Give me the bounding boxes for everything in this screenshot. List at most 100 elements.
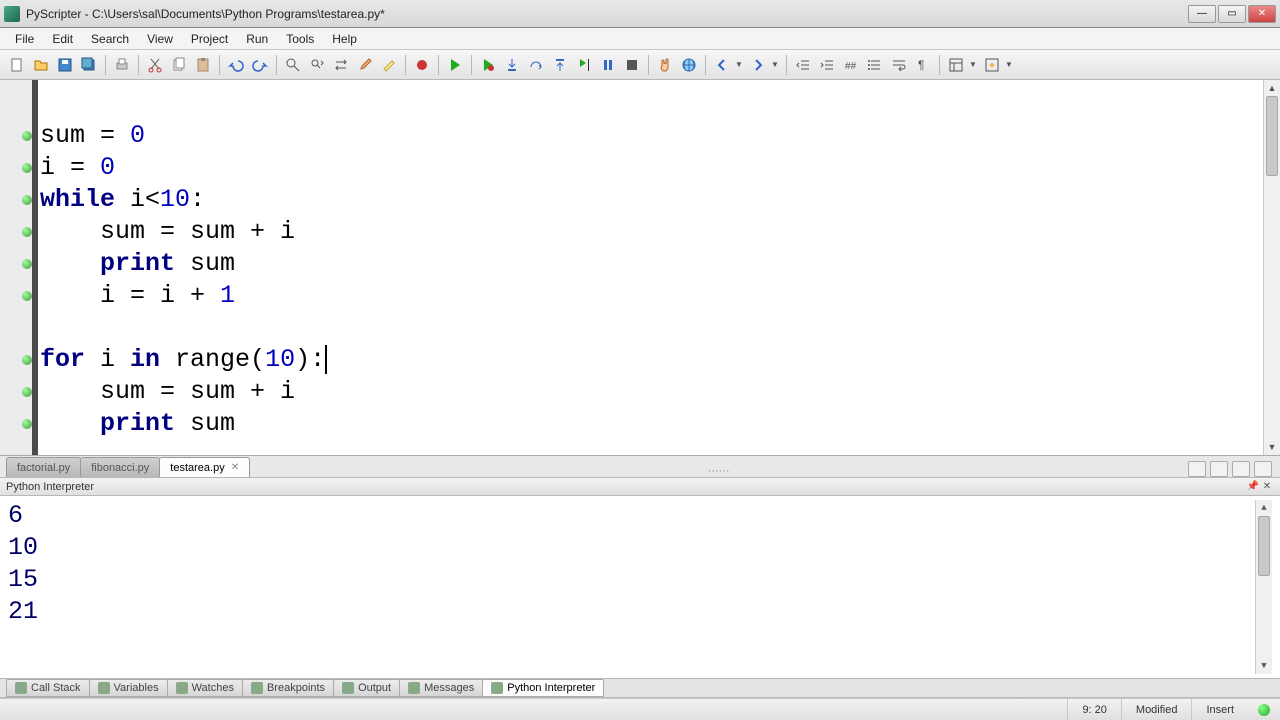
toolbar-separator	[786, 55, 787, 75]
cut-icon[interactable]	[144, 54, 166, 76]
brush-icon[interactable]	[354, 54, 376, 76]
close-tab-icon[interactable]: ✕	[231, 462, 239, 473]
menu-edit[interactable]: Edit	[43, 29, 82, 49]
highlight-icon[interactable]	[378, 54, 400, 76]
find-next-icon[interactable]	[306, 54, 328, 76]
tab-action-icon[interactable]	[1210, 461, 1228, 477]
new-file-icon[interactable]	[6, 54, 28, 76]
save-all-icon[interactable]	[78, 54, 100, 76]
editor-gutter[interactable]	[0, 80, 38, 455]
toolbar-separator	[276, 55, 277, 75]
redo-icon[interactable]	[249, 54, 271, 76]
list-icon[interactable]	[864, 54, 886, 76]
word-wrap-icon[interactable]	[888, 54, 910, 76]
tab-label: factorial.py	[17, 462, 70, 474]
outdent-icon[interactable]	[792, 54, 814, 76]
options-dropdown-icon[interactable]: ▼	[1005, 60, 1015, 69]
bottom-tab[interactable]: Breakpoints	[242, 679, 334, 697]
minimize-button[interactable]: —	[1188, 5, 1216, 23]
editor: sum = 0i = 0while i<10: sum = sum + i pr…	[0, 80, 1280, 456]
panel-pin-icon[interactable]: 📌	[1246, 480, 1260, 494]
svg-text:¶: ¶	[918, 58, 924, 72]
scroll-up-icon[interactable]: ▲	[1256, 500, 1272, 516]
print-icon[interactable]	[111, 54, 133, 76]
toggle-breakpoint-icon[interactable]	[411, 54, 433, 76]
menu-help[interactable]: Help	[323, 29, 366, 49]
replace-icon[interactable]	[330, 54, 352, 76]
code-area[interactable]: sum = 0i = 0while i<10: sum = sum + i pr…	[38, 80, 1263, 455]
interpreter-output[interactable]: 6101521	[8, 500, 1255, 674]
vertical-scrollbar[interactable]: ▲ ▼	[1263, 80, 1280, 455]
file-tab[interactable]: fibonacci.py	[80, 457, 160, 477]
app-icon	[4, 6, 20, 22]
menu-file[interactable]: File	[6, 29, 43, 49]
bottom-tab[interactable]: Call Stack	[6, 679, 90, 697]
menu-view[interactable]: View	[138, 29, 182, 49]
menu-tools[interactable]: Tools	[277, 29, 323, 49]
save-icon[interactable]	[54, 54, 76, 76]
back-dropdown-icon[interactable]: ▼	[735, 60, 745, 69]
find-icon[interactable]	[282, 54, 304, 76]
step-out-icon[interactable]	[549, 54, 571, 76]
tab-icon	[98, 682, 110, 694]
step-into-icon[interactable]	[501, 54, 523, 76]
scroll-thumb[interactable]	[1266, 96, 1278, 176]
status-bar: 9: 20 Modified Insert	[0, 698, 1280, 720]
toolbar-separator	[438, 55, 439, 75]
undo-icon[interactable]	[225, 54, 247, 76]
close-button[interactable]: ✕	[1248, 5, 1276, 23]
back-icon[interactable]	[711, 54, 733, 76]
bottom-tab[interactable]: Variables	[89, 679, 168, 697]
bottom-tab[interactable]: Messages	[399, 679, 483, 697]
comment-icon[interactable]: ##	[840, 54, 862, 76]
tab-action-icon[interactable]	[1188, 461, 1206, 477]
toolbar-separator	[219, 55, 220, 75]
file-tab-active[interactable]: testarea.py✕	[159, 457, 250, 477]
globe-icon[interactable]	[678, 54, 700, 76]
forward-dropdown-icon[interactable]: ▼	[771, 60, 781, 69]
menu-search[interactable]: Search	[82, 29, 138, 49]
options-icon[interactable]	[981, 54, 1003, 76]
run-icon[interactable]	[444, 54, 466, 76]
run-to-cursor-icon[interactable]	[573, 54, 595, 76]
tab-icon	[15, 682, 27, 694]
debug-icon[interactable]	[477, 54, 499, 76]
tab-icon	[491, 682, 503, 694]
tab-icon	[176, 682, 188, 694]
panel-title-bar: Python Interpreter 📌 ✕	[0, 478, 1280, 496]
toolbar-separator	[939, 55, 940, 75]
status-led-icon	[1258, 704, 1270, 716]
menu-project[interactable]: Project	[182, 29, 237, 49]
menu-run[interactable]: Run	[237, 29, 277, 49]
tab-action-icon[interactable]	[1232, 461, 1250, 477]
vertical-scrollbar[interactable]: ▲ ▼	[1255, 500, 1272, 674]
tab-label: Call Stack	[31, 682, 81, 694]
pause-icon[interactable]	[597, 54, 619, 76]
file-tab[interactable]: factorial.py	[6, 457, 81, 477]
scroll-down-icon[interactable]: ▼	[1256, 658, 1272, 674]
tab-action-icon[interactable]	[1254, 461, 1272, 477]
menubar: File Edit Search View Project Run Tools …	[0, 28, 1280, 50]
scroll-up-icon[interactable]: ▲	[1264, 80, 1280, 96]
paragraph-icon[interactable]: ¶	[912, 54, 934, 76]
bottom-tab[interactable]: Watches	[167, 679, 243, 697]
copy-icon[interactable]	[168, 54, 190, 76]
step-over-icon[interactable]	[525, 54, 547, 76]
forward-icon[interactable]	[747, 54, 769, 76]
scroll-thumb[interactable]	[1258, 516, 1270, 576]
hand-icon[interactable]	[654, 54, 676, 76]
toolbar-separator	[648, 55, 649, 75]
panel-close-icon[interactable]: ✕	[1260, 480, 1274, 494]
paste-icon[interactable]	[192, 54, 214, 76]
maximize-button[interactable]: ▭	[1218, 5, 1246, 23]
tab-label: fibonacci.py	[91, 462, 149, 474]
layout-icon[interactable]	[945, 54, 967, 76]
stop-icon[interactable]	[621, 54, 643, 76]
scroll-down-icon[interactable]: ▼	[1264, 439, 1280, 455]
toolbar-separator	[471, 55, 472, 75]
bottom-tab[interactable]: Python Interpreter	[482, 679, 604, 697]
open-file-icon[interactable]	[30, 54, 52, 76]
layout-dropdown-icon[interactable]: ▼	[969, 60, 979, 69]
bottom-tab[interactable]: Output	[333, 679, 400, 697]
indent-icon[interactable]	[816, 54, 838, 76]
